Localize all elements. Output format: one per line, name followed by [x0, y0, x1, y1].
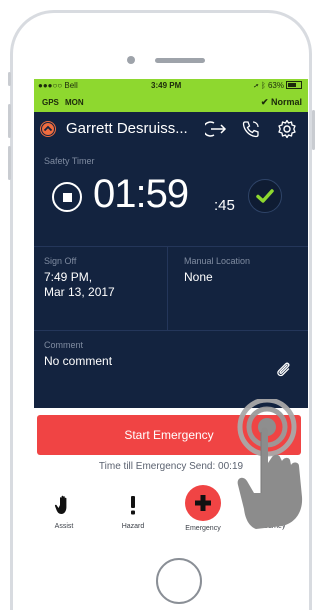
checkmark-icon: [256, 189, 274, 203]
paperclip-icon[interactable]: [274, 360, 292, 383]
bluetooth-icon: ᛒ: [260, 81, 266, 90]
front-camera: [127, 56, 135, 64]
collapse-chevron-icon[interactable]: [40, 121, 56, 137]
sign-off-label: Sign Off: [44, 256, 77, 266]
tab-assist[interactable]: Assist: [37, 491, 91, 530]
comment-value: No comment: [44, 354, 113, 368]
status-strip: GPS MON ✔ Normal: [34, 93, 308, 112]
timer-panel: Safety Timer 01:59 :45 Sign Off 7:49 PM,…: [34, 146, 308, 408]
earpiece-speaker: [155, 58, 205, 63]
manual-location-label: Manual Location: [184, 256, 251, 266]
monitor-indicator: MON: [65, 98, 84, 107]
sign-out-icon[interactable]: [202, 119, 227, 139]
hand-icon: [37, 491, 91, 519]
divider: [167, 246, 168, 330]
tab-label: Hazard: [121, 523, 145, 530]
carrier-label: ●●●○○ Bell: [38, 81, 78, 90]
sign-off-time: 7:49 PM,: [44, 270, 93, 284]
title-bar: Garrett Desruiss...: [34, 112, 308, 146]
tab-hazard[interactable]: Hazard: [106, 491, 160, 530]
clock: 3:49 PM: [151, 81, 182, 90]
gps-indicator: GPS: [42, 98, 59, 107]
safety-timer-label: Safety Timer: [44, 156, 95, 166]
mode-status: ✔ Normal: [261, 97, 302, 108]
tab-emergency[interactable]: Emergency: [176, 485, 230, 532]
timer-seconds: :45: [214, 197, 235, 214]
volume-up-button: [8, 104, 11, 138]
tab-label: Assist: [54, 523, 74, 530]
volume-down-button: [8, 146, 11, 180]
plus-icon: [176, 485, 230, 521]
sign-off-date: Mar 13, 2017: [44, 285, 115, 299]
divider: [34, 330, 308, 331]
stop-timer-button[interactable]: [52, 182, 82, 212]
check-in-button[interactable]: [248, 179, 282, 213]
mute-switch: [8, 72, 11, 86]
checkmark-icon: ✔: [260, 97, 269, 107]
power-button: [312, 110, 315, 150]
app-screen: ●●●○○ Bell 3:49 PM ➚ ᛒ 63% GPS MON ✔ Nor…: [34, 79, 308, 549]
manual-location-value: None: [184, 270, 213, 284]
home-button[interactable]: [156, 558, 202, 604]
tab-label: Emergency: [185, 525, 221, 532]
status-bar: ●●●○○ Bell 3:49 PM ➚ ᛒ 63%: [34, 79, 308, 93]
battery-indicator: ➚ ᛒ 63%: [254, 81, 302, 90]
comment-label: Comment: [44, 340, 84, 350]
battery-percent: 63%: [267, 81, 284, 90]
gear-icon[interactable]: [277, 119, 297, 139]
phone-call-icon[interactable]: [241, 119, 261, 139]
location-arrow-icon: ➚: [253, 81, 259, 90]
tap-gesture-overlay: [230, 397, 308, 549]
divider: [34, 246, 308, 247]
mode-label: Normal: [270, 97, 302, 107]
user-name: Garrett Desruiss...: [66, 120, 188, 137]
timer-main: 01:59: [93, 172, 189, 216]
exclamation-icon: [106, 491, 160, 519]
battery-icon: [286, 81, 302, 89]
